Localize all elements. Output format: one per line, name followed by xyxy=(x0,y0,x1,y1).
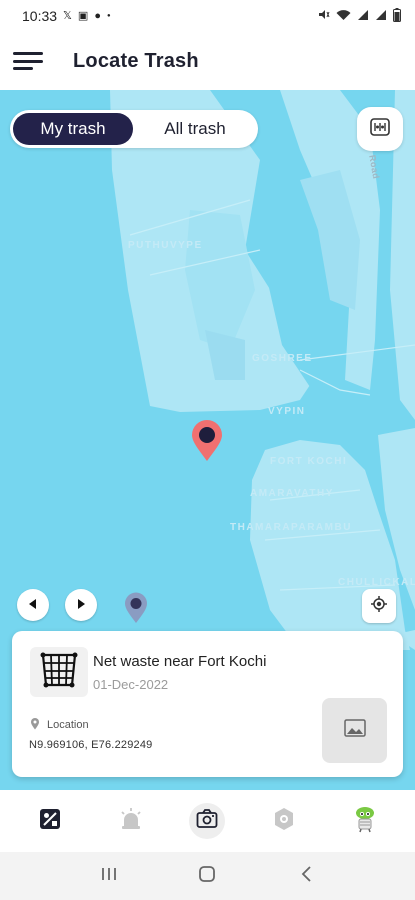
recents-icon xyxy=(100,866,118,887)
location-coordinates: N9.969106, E76.229249 xyxy=(29,739,153,751)
map-label-amaravathy: AMARAVATHY xyxy=(250,488,334,499)
status-right xyxy=(317,7,401,25)
map-view[interactable]: PUTHUVYPE GOSHREE VYPIN FORT KOCHI AMARA… xyxy=(0,90,415,790)
nav-profile-button[interactable] xyxy=(343,799,387,843)
map-layers-icon xyxy=(370,117,390,141)
map-label-puthuvype: PUTHUVYPE xyxy=(128,240,203,251)
next-trash-button[interactable] xyxy=(65,589,97,621)
recents-button[interactable] xyxy=(89,856,129,896)
nav-camera-button[interactable] xyxy=(189,803,226,839)
mute-icon xyxy=(317,8,330,24)
battery-icon xyxy=(393,7,401,25)
status-bar: 10:33 𝕏 ▣ ● ● xyxy=(0,0,415,32)
hamburger-menu-icon[interactable] xyxy=(13,49,47,73)
mascot-icon xyxy=(352,805,378,838)
trash-type-thumbnail xyxy=(30,647,88,697)
location-pin-icon xyxy=(30,717,40,735)
nav-badge-button[interactable] xyxy=(262,799,306,843)
home-button[interactable] xyxy=(187,856,227,896)
map-label-fort-kochi: FORT KOCHI xyxy=(270,456,348,467)
location-label: Location xyxy=(47,719,89,731)
map-layers-button[interactable] xyxy=(357,107,403,151)
status-left: 10:33 𝕏 ▣ ● ● xyxy=(22,8,111,24)
dot-icon: ● xyxy=(106,13,111,19)
map-label-chullickal: CHULLICKAL xyxy=(338,577,415,588)
wifi-icon xyxy=(336,9,351,24)
app-header: Locate Trash xyxy=(0,32,415,90)
map-label-goshree: GOSHREE xyxy=(252,353,313,364)
back-icon xyxy=(300,865,312,888)
trash-marker-active[interactable] xyxy=(190,420,224,467)
my-trash-tab[interactable]: My trash xyxy=(13,113,133,145)
badge-icon xyxy=(273,807,295,836)
bottom-navigation xyxy=(0,790,415,852)
map-trash-icon xyxy=(38,807,62,836)
trash-date: 01-Dec-2022 xyxy=(93,677,169,692)
trash-title: Net waste near Fort Kochi xyxy=(93,653,267,670)
trash-info-card[interactable]: Net waste near Fort Kochi 01-Dec-2022 Lo… xyxy=(12,631,403,777)
trash-photo-placeholder[interactable] xyxy=(322,698,387,763)
nav-map-trash-button[interactable] xyxy=(28,799,72,843)
trash-marker-inactive[interactable] xyxy=(123,592,149,629)
home-icon xyxy=(198,865,216,888)
map-label-vypin: VYPIN xyxy=(268,406,306,417)
prev-trash-button[interactable] xyxy=(17,589,49,621)
x-icon: 𝕏 xyxy=(63,9,72,22)
alert-icon xyxy=(119,807,143,836)
signal-icon xyxy=(375,9,387,24)
page-title: Locate Trash xyxy=(73,49,199,72)
triangle-left-icon xyxy=(29,596,37,614)
my-location-button[interactable] xyxy=(362,589,396,623)
map-label-thamaraparambu: THAMARAPARAMBU xyxy=(230,522,352,533)
nav-alert-button[interactable] xyxy=(109,799,153,843)
all-trash-tab[interactable]: All trash xyxy=(136,113,254,145)
image-icon xyxy=(343,719,366,742)
back-button[interactable] xyxy=(286,856,326,896)
triangle-right-icon xyxy=(77,596,85,614)
net-icon xyxy=(39,651,79,694)
crosshair-icon xyxy=(371,595,387,617)
image-icon: ▣ xyxy=(77,9,89,22)
account-icon: ● xyxy=(94,9,101,22)
trash-filter-toggle: My trash All trash xyxy=(10,110,258,148)
signal-icon xyxy=(357,9,369,24)
system-navigation-bar xyxy=(0,852,415,900)
status-time: 10:33 xyxy=(22,8,58,24)
camera-icon xyxy=(196,808,218,834)
